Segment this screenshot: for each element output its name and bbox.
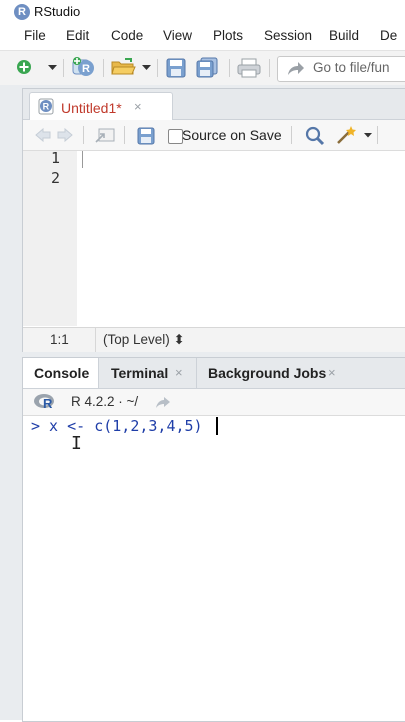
new-project-icon[interactable]: R xyxy=(71,56,97,78)
show-in-window-icon[interactable] xyxy=(95,127,115,144)
r-logo-icon: R xyxy=(34,394,54,409)
tab-untitled1[interactable]: R Untitled1* × xyxy=(29,92,173,121)
tab-label: Console xyxy=(34,365,90,381)
line-number: 2 xyxy=(51,169,61,187)
editor-cursor xyxy=(82,151,83,168)
search-icon[interactable] xyxy=(305,126,325,146)
console-tab-bar: Console Terminal × Background Jobs × xyxy=(23,358,405,389)
r-version-path: R 4.2.2 · ~/ xyxy=(71,394,139,409)
source-pane: R Untitled1* × Source on Save 1 2 1:1 (T… xyxy=(22,88,405,352)
svg-text:R: R xyxy=(82,63,90,75)
toolbar-divider xyxy=(103,59,104,77)
toolbar-divider xyxy=(157,59,158,77)
save-icon[interactable] xyxy=(166,58,186,78)
save-all-icon[interactable] xyxy=(196,57,220,79)
toolbar-divider xyxy=(377,126,378,144)
tab-console[interactable]: Console xyxy=(23,358,99,388)
magic-wand-icon[interactable] xyxy=(335,125,359,145)
menu-bar: File Edit Code View Plots Session Build … xyxy=(0,24,405,50)
chevron-down-icon[interactable] xyxy=(142,65,151,71)
scope-selector[interactable]: (Top Level) ⬍ xyxy=(103,332,185,348)
menu-code[interactable]: Code xyxy=(111,28,143,43)
source-status-bar: 1:1 (Top Level) ⬍ xyxy=(23,327,405,352)
console-pane: Console Terminal × Background Jobs × R R… xyxy=(22,357,405,722)
toolbar-divider xyxy=(124,126,125,144)
menu-plots[interactable]: Plots xyxy=(213,28,243,43)
new-file-icon[interactable] xyxy=(16,59,32,75)
title-bar: R RStudio xyxy=(0,0,405,24)
menu-file[interactable]: File xyxy=(24,28,46,43)
close-icon[interactable]: × xyxy=(175,365,183,380)
tab-label: Background Jobs xyxy=(208,365,327,381)
main-toolbar: R Go to file/fun xyxy=(0,50,405,86)
source-on-save-label: Source on Save xyxy=(182,127,282,143)
goto-arrow-icon xyxy=(288,62,304,75)
window-title: RStudio xyxy=(34,4,81,19)
source-tab-bar: R Untitled1* × xyxy=(23,89,405,121)
toolbar-divider xyxy=(291,126,292,144)
save-icon[interactable] xyxy=(137,127,155,145)
console-cursor xyxy=(216,417,218,435)
text-cursor-icon: I xyxy=(71,433,82,454)
menu-build[interactable]: Build xyxy=(329,28,359,43)
menu-session[interactable]: Session xyxy=(264,28,312,43)
r-script-icon: R xyxy=(38,98,54,115)
status-divider xyxy=(95,328,96,352)
svg-text:R: R xyxy=(43,102,50,112)
tab-background-jobs[interactable]: Background Jobs × xyxy=(197,358,405,388)
line-number: 1 xyxy=(51,149,61,167)
console-header: R R 4.2.2 · ~/ xyxy=(23,389,405,416)
cursor-position: 1:1 xyxy=(50,332,69,347)
toolbar-divider xyxy=(83,126,84,144)
chevron-down-icon[interactable] xyxy=(48,65,57,71)
back-arrow-icon[interactable] xyxy=(35,128,51,142)
goto-directory-icon[interactable] xyxy=(155,396,171,409)
toolbar-divider xyxy=(269,59,270,77)
open-folder-icon[interactable] xyxy=(111,58,137,76)
tab-label: Untitled1* xyxy=(61,100,122,116)
menu-debug[interactable]: De xyxy=(380,28,397,43)
goto-file-placeholder: Go to file/fun xyxy=(313,60,390,75)
toolbar-divider xyxy=(229,59,230,77)
console-input-line: > x <- c(1,2,3,4,5) xyxy=(31,417,203,435)
close-icon[interactable]: × xyxy=(134,99,142,114)
toolbar-divider xyxy=(63,59,64,77)
print-icon[interactable] xyxy=(237,58,261,78)
code-editor[interactable]: 1 2 xyxy=(23,149,405,326)
tab-label: Terminal xyxy=(111,365,169,381)
forward-arrow-icon[interactable] xyxy=(57,128,73,142)
menu-edit[interactable]: Edit xyxy=(66,28,89,43)
close-icon[interactable]: × xyxy=(328,365,336,380)
svg-text:R: R xyxy=(43,396,53,409)
menu-view[interactable]: View xyxy=(163,28,192,43)
source-toolbar: Source on Save xyxy=(23,120,405,151)
chevron-down-icon[interactable] xyxy=(364,133,372,138)
source-on-save-checkbox[interactable] xyxy=(168,129,183,144)
line-number-gutter: 1 2 xyxy=(23,149,77,326)
tab-terminal[interactable]: Terminal × xyxy=(99,358,197,388)
rstudio-logo-icon: R xyxy=(14,4,30,20)
console-output[interactable]: > x <- c(1,2,3,4,5) I xyxy=(23,416,405,721)
